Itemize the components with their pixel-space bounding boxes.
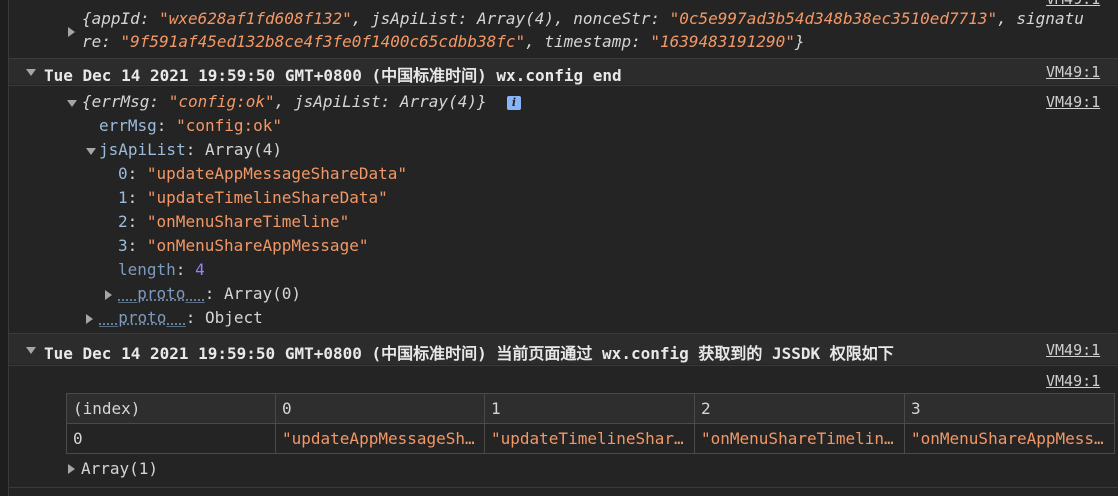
summary-suffix: , jsApiList: Array(4)} <box>274 92 487 111</box>
source-link[interactable]: VM49:1 <box>1046 93 1100 111</box>
collapse-arrow-icon[interactable] <box>86 148 96 155</box>
array-index: 0 <box>118 164 128 183</box>
property-key: __proto__ <box>99 308 186 327</box>
array-item: 0: "updateAppMessageShareData" <box>118 164 407 183</box>
property-errmsg: errMsg: "config:ok" <box>99 116 283 135</box>
collapse-arrow-icon[interactable] <box>26 347 36 354</box>
expand-arrow-icon[interactable] <box>86 314 93 324</box>
summary-text: : <box>139 9 160 28</box>
array-proto[interactable]: __proto__: Array(0) <box>118 284 301 303</box>
table-header-row: (index) 0 1 2 3 <box>66 393 1115 424</box>
table-cell: "onMenuShareAppMessage" <box>904 423 1115 454</box>
object-summary-line[interactable]: {appId: "wxe628af1fd608f132", jsApiList:… <box>82 9 1084 28</box>
array-index: 3 <box>118 236 128 255</box>
array-value: "updateTimelineShareData" <box>146 188 388 207</box>
array-item: 1: "updateTimelineShareData" <box>118 188 388 207</box>
table-header-cell[interactable]: (index) <box>66 393 276 424</box>
summary-text: re: <box>82 32 121 51</box>
string-value: "0c5e997ad3b54d348b38ec3510ed7713" <box>669 9 998 28</box>
expand-arrow-icon[interactable] <box>105 290 112 300</box>
table-row: 0 "updateAppMessageShareData" "updateTim… <box>66 423 1115 454</box>
summary-text: , jsApiList: Array(4), nonceStr: <box>351 9 670 28</box>
group-title: Tue Dec 14 2021 19:59:50 GMT+0800 (中国标准时… <box>44 66 622 85</box>
array-index: 2 <box>118 212 128 231</box>
table-header-cell[interactable]: 2 <box>694 393 905 424</box>
console-table: (index) 0 1 2 3 0 "updateAppMessageShare… <box>66 393 1115 454</box>
table-cell: "updateAppMessageShareData" <box>275 423 485 454</box>
property-value: Object <box>204 308 263 327</box>
array-index: 1 <box>118 188 128 207</box>
array-item: 2: "onMenuShareTimeline" <box>118 212 350 231</box>
table-cell: "updateTimelineShareData" <box>484 423 695 454</box>
string-value: "9f591af45ed132b8ce4f3fe0f1400c65cdbb38f… <box>120 32 526 51</box>
console-gutter <box>0 0 9 496</box>
string-value: "wxe628af1fd608f132" <box>159 9 352 28</box>
expand-arrow-icon[interactable] <box>68 27 75 37</box>
summary-errmsg: "config:ok" <box>168 92 275 111</box>
summary-prefix: {errMsg: <box>82 92 169 111</box>
object-summary-line[interactable]: re: "9f591af45ed132b8ce4f3fe0f1400c65cdb… <box>82 32 804 51</box>
console-group-header[interactable]: Tue Dec 14 2021 19:59:50 GMT+0800 (中国标准时… <box>9 334 1118 364</box>
object-summary[interactable]: {errMsg: "config:ok", jsApiList: Array(4… <box>82 92 487 111</box>
source-link[interactable]: VM49:1 <box>1046 63 1100 81</box>
source-link[interactable]: VM49:1 <box>1046 372 1100 390</box>
summary-text: , timestamp: <box>525 32 651 51</box>
property-key: length <box>118 260 176 279</box>
divider <box>9 487 1118 488</box>
summary-text: { <box>82 9 92 28</box>
property-value: 4 <box>195 260 205 279</box>
array-length: length: 4 <box>118 260 205 279</box>
summary-text: appId <box>91 9 140 28</box>
divider <box>9 365 1118 366</box>
property-key: jsApiList <box>99 140 186 159</box>
collapse-arrow-icon[interactable] <box>67 100 77 107</box>
summary-text: , signatu <box>997 9 1084 28</box>
property-value: Array(0) <box>223 284 302 303</box>
table-cell: "onMenuShareTimeline" <box>694 423 905 454</box>
info-icon[interactable]: i <box>507 96 521 110</box>
array-summary[interactable]: Array(1) <box>81 459 158 478</box>
property-key: __proto__ <box>118 284 205 303</box>
log-entry: {appId: "wxe628af1fd608f132", jsApiList:… <box>9 0 1118 58</box>
array-value: "onMenuShareTimeline" <box>146 212 350 231</box>
array-value: "updateAppMessageShareData" <box>146 164 407 183</box>
property-jsapilist[interactable]: jsApiList: Array(4) <box>99 140 282 159</box>
property-value: "config:ok" <box>176 116 283 135</box>
group-title: Tue Dec 14 2021 19:59:50 GMT+0800 (中国标准时… <box>44 344 894 363</box>
table-header-cell[interactable]: 1 <box>484 393 695 424</box>
source-link[interactable]: VM49:1 <box>1046 341 1100 359</box>
property-value: Array(4) <box>204 140 283 159</box>
property-key: errMsg <box>99 116 157 135</box>
table-header-cell[interactable]: 0 <box>275 393 485 424</box>
table-header-cell[interactable]: 3 <box>904 393 1115 424</box>
log-entry-expanded-object: {errMsg: "config:ok", jsApiList: Array(4… <box>9 86 1118 332</box>
summary-text: } <box>794 32 805 51</box>
collapse-arrow-icon[interactable] <box>26 69 36 76</box>
string-value: "1639483191290" <box>650 32 795 51</box>
array-value: "onMenuShareAppMessage" <box>146 236 369 255</box>
console-group-header[interactable]: Tue Dec 14 2021 19:59:50 GMT+0800 (中国标准时… <box>9 59 1118 85</box>
array-item: 3: "onMenuShareAppMessage" <box>118 236 369 255</box>
devtools-console: VM49:1 {appId: "wxe628af1fd608f132", jsA… <box>0 0 1118 496</box>
table-cell-index: 0 <box>66 423 276 454</box>
object-proto[interactable]: __proto__: Object <box>99 308 263 327</box>
expand-arrow-icon[interactable] <box>68 464 75 474</box>
